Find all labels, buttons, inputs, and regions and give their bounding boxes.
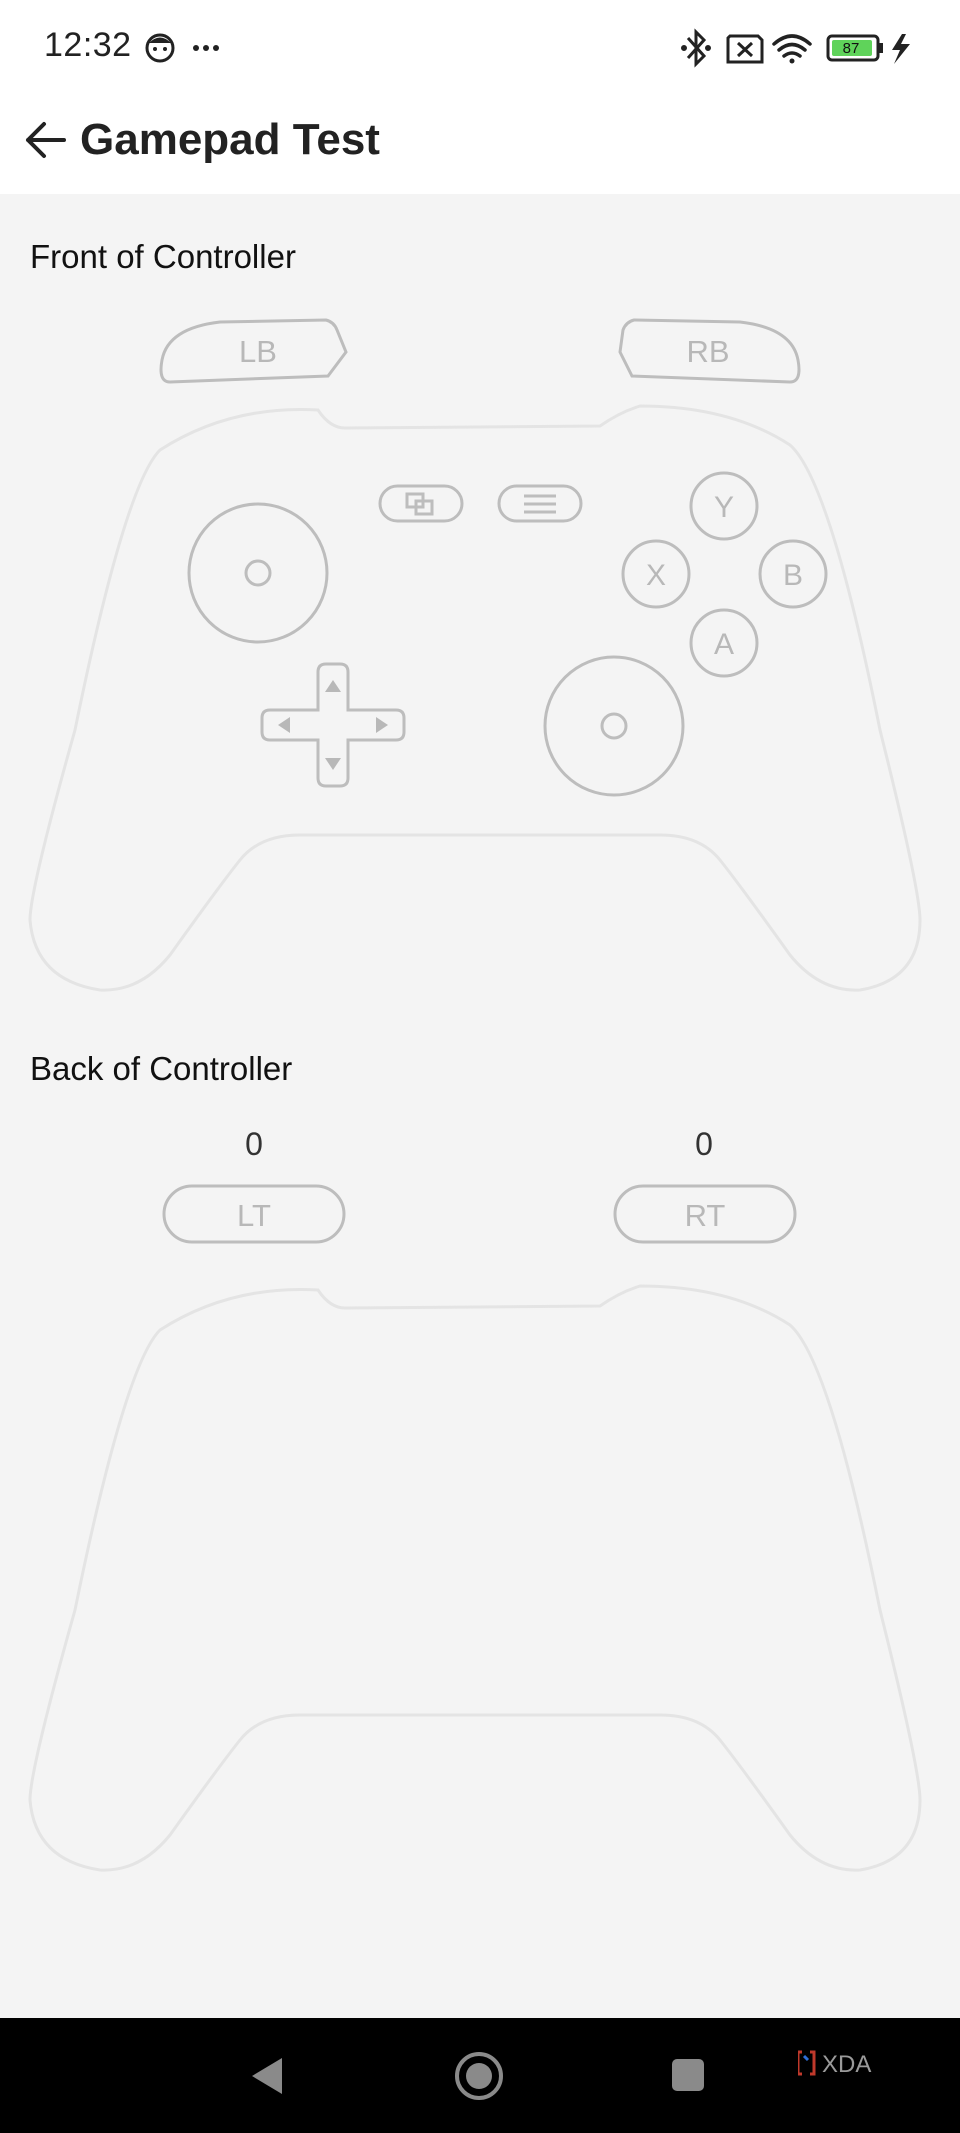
x-button[interactable]: X xyxy=(621,539,691,609)
b-label: B xyxy=(783,559,803,592)
controller-body-outline xyxy=(28,404,922,992)
b-button[interactable]: B xyxy=(758,539,828,609)
rt-label: RT xyxy=(685,1198,726,1233)
charging-icon xyxy=(892,34,910,64)
page-title: Gamepad Test xyxy=(80,115,380,164)
front-controller: LB RB Y X B A xyxy=(28,318,922,992)
view-icon xyxy=(405,492,434,516)
left-stick[interactable] xyxy=(187,502,329,644)
dpad-up-icon xyxy=(325,680,341,692)
nav-recents-icon[interactable] xyxy=(670,2057,706,2093)
right-stick[interactable] xyxy=(543,655,685,797)
face-icon xyxy=(145,33,175,63)
dpad-down-icon xyxy=(325,758,341,770)
view-button[interactable] xyxy=(378,484,464,523)
app-bar: Gamepad Test xyxy=(0,96,960,194)
a-button[interactable]: A xyxy=(689,608,759,678)
back-controller-body-outline xyxy=(28,1284,922,1872)
x-label: X xyxy=(646,559,666,592)
back-section-title: Back of Controller xyxy=(30,1050,293,1087)
rb-label: RB xyxy=(686,334,729,369)
menu-icon xyxy=(524,494,556,514)
status-bar: 12:32 87 xyxy=(0,0,960,96)
back-controller: LT RT xyxy=(28,1184,922,1872)
bluetooth-icon xyxy=(681,28,711,68)
lt-value: 0 xyxy=(245,1126,263,1162)
dpad[interactable] xyxy=(260,662,406,788)
dpad-left-icon xyxy=(278,717,290,733)
more-dots-icon xyxy=(193,45,219,51)
rb-button[interactable]: RB xyxy=(618,318,801,384)
wifi-icon xyxy=(772,34,812,64)
rt-value: 0 xyxy=(695,1126,713,1162)
lb-button[interactable]: LB xyxy=(159,318,348,384)
status-right-icons: 87 xyxy=(681,28,910,68)
y-label: Y xyxy=(714,491,734,524)
no-sim-icon xyxy=(726,34,764,64)
navigation-bar: XDA xyxy=(0,2018,960,2133)
lt-button[interactable]: LT xyxy=(162,1184,346,1244)
menu-button[interactable] xyxy=(497,484,583,523)
dpad-right-icon xyxy=(376,717,388,733)
xda-watermark: XDA xyxy=(798,2050,871,2078)
battery-level: 87 xyxy=(843,40,860,57)
nav-back-icon[interactable] xyxy=(248,2056,288,2096)
lb-label: LB xyxy=(239,334,277,369)
nav-home-icon[interactable] xyxy=(453,2050,505,2102)
arrow-left-icon[interactable] xyxy=(22,116,70,164)
battery-icon: 87 xyxy=(826,34,883,62)
y-button[interactable]: Y xyxy=(689,471,759,541)
status-left-icons xyxy=(145,33,219,63)
lt-label: LT xyxy=(237,1198,271,1233)
rt-button[interactable]: RT xyxy=(613,1184,797,1244)
front-section-title: Front of Controller xyxy=(30,238,296,275)
watermark-text: XDA xyxy=(822,2051,871,2078)
status-time: 12:32 xyxy=(44,26,132,64)
a-label: A xyxy=(714,628,734,661)
